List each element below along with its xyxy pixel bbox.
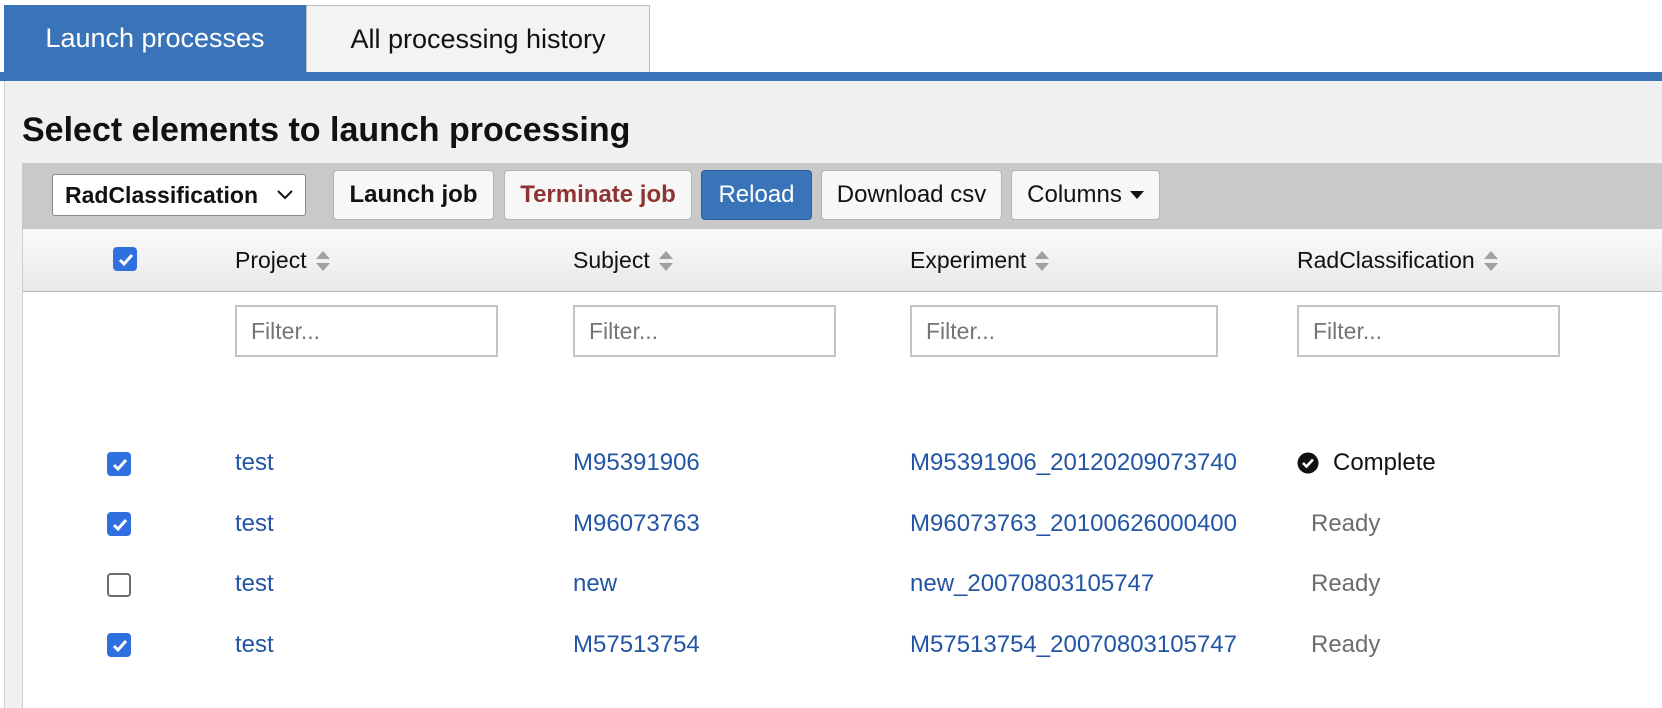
project-link[interactable]: test (235, 449, 274, 477)
sort-icon (1035, 250, 1050, 271)
sort-icon (315, 250, 330, 271)
chevron-down-icon (277, 190, 293, 200)
subject-link[interactable]: new (573, 570, 617, 598)
project-link[interactable]: test (235, 570, 274, 598)
radclassification-filter-input[interactable] (1297, 305, 1560, 357)
checkmark-icon (112, 640, 128, 653)
experiment-filter-input[interactable] (910, 305, 1218, 357)
download-csv-button[interactable]: Download csv (821, 170, 1002, 220)
tab-all-processing-history[interactable]: All processing history (306, 5, 650, 72)
subject-filter-input[interactable] (573, 305, 836, 357)
sort-icon (1483, 250, 1498, 271)
status-label: Ready (1311, 510, 1381, 537)
check-circle-icon (1297, 452, 1319, 474)
status-label: Ready (1311, 631, 1381, 658)
terminate-job-button[interactable]: Terminate job (504, 170, 692, 220)
column-header-project[interactable]: Project (235, 247, 331, 274)
pipeline-select-value: RadClassification (65, 181, 258, 208)
row-checkbox[interactable] (107, 573, 131, 597)
tab-launch-processes[interactable]: Launch processes (4, 5, 306, 72)
column-header-radclassification[interactable]: RadClassification (1297, 247, 1499, 274)
column-header-experiment[interactable]: Experiment (910, 247, 1050, 274)
experiment-link[interactable]: M57513754_20070803105747 (910, 631, 1237, 659)
project-link[interactable]: test (235, 631, 274, 659)
checkmark-icon (112, 459, 128, 472)
row-checkbox[interactable] (107, 452, 131, 476)
checkmark-icon (118, 254, 134, 267)
select-all-checkbox[interactable] (113, 247, 137, 271)
column-header-subject[interactable]: Subject (573, 247, 674, 274)
row-checkbox[interactable] (107, 512, 131, 536)
project-link[interactable]: test (235, 510, 274, 538)
project-filter-input[interactable] (235, 305, 498, 357)
page-title: Select elements to launch processing (22, 111, 631, 149)
experiment-link[interactable]: M95391906_20120209073740 (910, 449, 1237, 477)
jobs-table: Project Subject Experiment RadClassifica… (22, 229, 1662, 708)
status-label: Complete (1333, 449, 1436, 476)
status-cell: Complete (1297, 449, 1436, 477)
columns-button[interactable]: Columns (1011, 170, 1160, 220)
pipeline-select[interactable]: RadClassification (52, 174, 306, 216)
column-header-label: Subject (573, 247, 650, 273)
caret-down-icon (1129, 191, 1144, 199)
subject-link[interactable]: M57513754 (573, 631, 700, 659)
toolbar: RadClassification Launch job Terminate j… (22, 163, 1662, 229)
row-checkbox[interactable] (107, 633, 131, 657)
tab-bar: Launch processes All processing history (0, 0, 1662, 72)
status-label: Ready (1311, 570, 1381, 597)
column-header-label: Experiment (910, 247, 1027, 273)
subject-link[interactable]: M95391906 (573, 449, 700, 477)
launch-panel: Select elements to launch processing Rad… (4, 81, 1662, 708)
columns-button-label: Columns (1027, 181, 1122, 208)
experiment-link[interactable]: M96073763_20100626000400 (910, 510, 1237, 538)
tab-underline (0, 72, 1662, 81)
table-header: Project Subject Experiment RadClassifica… (23, 229, 1662, 292)
experiment-link[interactable]: new_20070803105747 (910, 570, 1154, 598)
checkmark-icon (112, 519, 128, 532)
launch-job-button[interactable]: Launch job (333, 170, 494, 220)
column-header-label: Project (235, 247, 307, 273)
column-header-label: RadClassification (1297, 247, 1475, 273)
sort-icon (658, 250, 673, 271)
subject-link[interactable]: M96073763 (573, 510, 700, 538)
reload-button[interactable]: Reload (701, 170, 812, 220)
